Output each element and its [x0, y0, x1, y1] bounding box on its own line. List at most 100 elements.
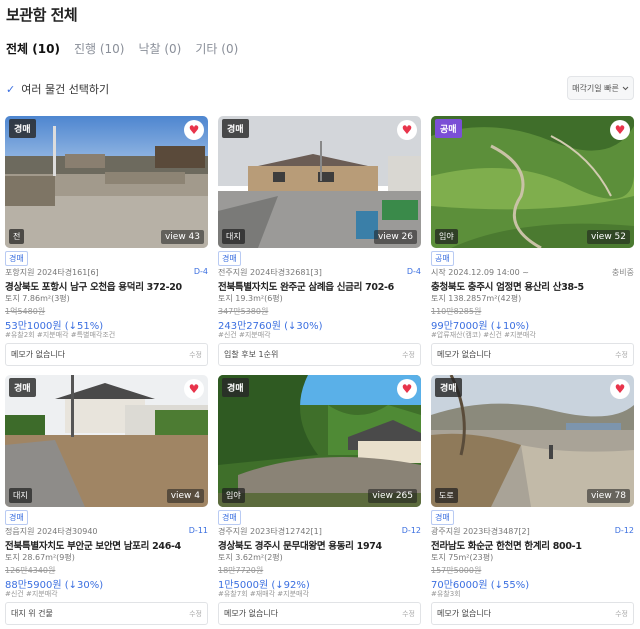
- land-category-badge: 도로: [435, 488, 458, 503]
- property-thumbnail[interactable]: 공매 ♥ 임야 view 52: [431, 116, 634, 248]
- sort-label: 매각기일 빠른: [572, 83, 619, 93]
- tab-other[interactable]: 기타 (0): [195, 40, 238, 57]
- property-tags: #유찰3회: [431, 590, 461, 598]
- land-category-badge: 전: [9, 229, 25, 244]
- case-number: 포항지원 2024타경161[6]: [5, 268, 99, 277]
- view-count: view 26: [373, 230, 417, 244]
- case-number: 정읍지원 2024타경30940: [5, 527, 98, 536]
- property-thumbnail[interactable]: 경매 ♥ 임야 view 265: [218, 375, 421, 507]
- d-day: D-12: [401, 526, 421, 535]
- memo-edit-button[interactable]: 수정: [402, 350, 415, 360]
- land-area: 토지 7.86m²(3평): [5, 294, 70, 303]
- property-address[interactable]: 충청북도 충주시 엄정면 용산리 산38-5: [431, 279, 634, 293]
- d-day: D-12: [614, 526, 634, 535]
- property-card[interactable]: 경매 ♥ 임야 view 265 경매 경주지원 2023타경12742[1] …: [218, 375, 421, 629]
- heart-icon[interactable]: ♥: [610, 379, 630, 399]
- memo-box[interactable]: 메모가 없습니다 수정: [431, 343, 634, 366]
- view-count: view 52: [586, 230, 630, 244]
- memo-text: 메모가 없습니다: [224, 609, 279, 618]
- d-day: D-11: [188, 526, 208, 535]
- appraisal-price: 126만4340원: [5, 566, 56, 575]
- d-day: D-4: [193, 267, 208, 276]
- property-tags: #유찰2회 #지분매각 #특별매각조건: [5, 331, 116, 339]
- tab-ongoing[interactable]: 진행 (10): [74, 40, 125, 57]
- property-card[interactable]: 공매 ♥ 임야 view 52 공매 시작 2024.12.09 14:00 ~…: [431, 116, 634, 375]
- heart-icon[interactable]: ♥: [397, 120, 417, 140]
- memo-box[interactable]: 메모가 없습니다 수정: [5, 343, 208, 366]
- memo-edit-button[interactable]: 수정: [189, 609, 202, 619]
- appraisal-price: 1억5480원: [5, 307, 46, 316]
- memo-edit-button[interactable]: 수정: [615, 609, 628, 619]
- auction-type-chip: 경매: [218, 251, 241, 266]
- multi-select-button[interactable]: ✓ 여러 물건 선택하기: [6, 81, 109, 97]
- heart-icon[interactable]: ♥: [610, 120, 630, 140]
- land-category-badge: 대지: [222, 229, 245, 244]
- heart-icon[interactable]: ♥: [184, 120, 204, 140]
- auction-type-chip: 경매: [5, 251, 28, 266]
- appraisal-price: 18만7720원: [218, 566, 264, 575]
- memo-edit-button[interactable]: 수정: [402, 609, 415, 619]
- view-count: view 265: [368, 489, 417, 503]
- auction-type-chip: 경매: [5, 510, 28, 525]
- case-info: 포항지원 2024타경161[6] D-4: [5, 267, 208, 278]
- case-number: 전주지원 2024타경32681[3]: [218, 268, 322, 277]
- memo-edit-button[interactable]: 수정: [189, 350, 202, 360]
- tab-all[interactable]: 전체 (10): [6, 40, 60, 57]
- memo-text: 메모가 없습니다: [11, 350, 66, 359]
- check-icon: ✓: [6, 82, 16, 96]
- property-address[interactable]: 전라남도 화순군 한천면 한계리 800-1: [431, 538, 634, 552]
- memo-text: 메모가 없습니다: [437, 350, 492, 359]
- property-tags: #신건 #지분매각: [5, 590, 58, 598]
- property-tags: #유찰7회 #재매각 #지분매각: [218, 590, 309, 598]
- memo-box[interactable]: 대지 위 건물 수정: [5, 602, 208, 625]
- property-address[interactable]: 전북특별자치도 완주군 삼례읍 신금리 702-6: [218, 279, 421, 293]
- appraisal-price: 157만5000원: [431, 566, 482, 575]
- memo-box[interactable]: 메모가 없습니다 수정: [431, 602, 634, 625]
- case-info: 경주지원 2023타경12742[1] D-12: [218, 526, 421, 537]
- heart-icon[interactable]: ♥: [184, 379, 204, 399]
- memo-text: 메모가 없습니다: [437, 609, 492, 618]
- appraisal-price: 110만8285원: [431, 307, 482, 316]
- land-category-badge: 대지: [9, 488, 32, 503]
- property-card[interactable]: 경매 ♥ 대지 view 26 경매 전주지원 2024타경32681[3] D…: [218, 116, 421, 375]
- land-category-badge: 임야: [222, 488, 245, 503]
- case-number: 광주지원 2023타경3487[2]: [431, 527, 530, 536]
- status-tabs: 전체 (10) 진행 (10) 낙찰 (0) 기타 (0): [6, 40, 238, 57]
- sort-dropdown[interactable]: 매각기일 빠른: [567, 76, 634, 100]
- property-thumbnail[interactable]: 경매 ♥ 도로 view 78: [431, 375, 634, 507]
- case-info: 정읍지원 2024타경30940 D-11: [5, 526, 208, 537]
- property-card[interactable]: 경매 ♥ 대지 view 4 경매 정읍지원 2024타경30940 D-11 …: [5, 375, 208, 629]
- case-info: 전주지원 2024타경32681[3] D-4: [218, 267, 421, 278]
- chevron-down-icon: [622, 86, 629, 90]
- auction-type-badge: 경매: [9, 378, 36, 397]
- land-category-badge: 임야: [435, 229, 458, 244]
- tab-won[interactable]: 낙찰 (0): [138, 40, 181, 57]
- memo-edit-button[interactable]: 수정: [615, 350, 628, 360]
- auction-type-badge: 경매: [222, 119, 249, 138]
- land-area: 토지 3.62m²(2평): [218, 553, 283, 562]
- auction-type-badge: 경매: [222, 378, 249, 397]
- d-day: 충비중: [611, 268, 634, 277]
- case-number: 시작 2024.12.09 14:00 ~: [431, 268, 529, 277]
- page-title: 보관함 전체: [6, 6, 78, 24]
- property-address[interactable]: 경상북도 포항시 남구 오천읍 용덕리 372-20: [5, 279, 208, 293]
- memo-box[interactable]: 메모가 없습니다 수정: [218, 602, 421, 625]
- d-day: D-4: [406, 267, 421, 276]
- land-area: 토지 138.2857m²(42평): [431, 294, 522, 303]
- property-card[interactable]: 경매 ♥ 전 view 43 경매 포항지원 2024타경161[6] D-4 …: [5, 116, 208, 375]
- memo-text: 입찰 후보 1순위: [224, 350, 279, 359]
- property-address[interactable]: 전북특별자치도 부안군 보안면 남포리 246-4: [5, 538, 208, 552]
- auction-type-chip: 경매: [431, 510, 454, 525]
- property-card[interactable]: 경매 ♥ 도로 view 78 경매 광주지원 2023타경3487[2] D-…: [431, 375, 634, 629]
- property-address[interactable]: 경상북도 경주시 문무대왕면 용동리 1974: [218, 538, 421, 552]
- property-thumbnail[interactable]: 경매 ♥ 대지 view 26: [218, 116, 421, 248]
- memo-box[interactable]: 입찰 후보 1순위 수정: [218, 343, 421, 366]
- view-count: view 4: [166, 489, 204, 503]
- heart-icon[interactable]: ♥: [397, 379, 417, 399]
- case-number: 경주지원 2023타경12742[1]: [218, 527, 322, 536]
- property-thumbnail[interactable]: 경매 ♥ 대지 view 4: [5, 375, 208, 507]
- property-thumbnail[interactable]: 경매 ♥ 전 view 43: [5, 116, 208, 248]
- appraisal-price: 347만5380원: [218, 307, 269, 316]
- land-area: 토지 28.67m²(9평): [5, 553, 75, 562]
- view-count: view 43: [160, 230, 204, 244]
